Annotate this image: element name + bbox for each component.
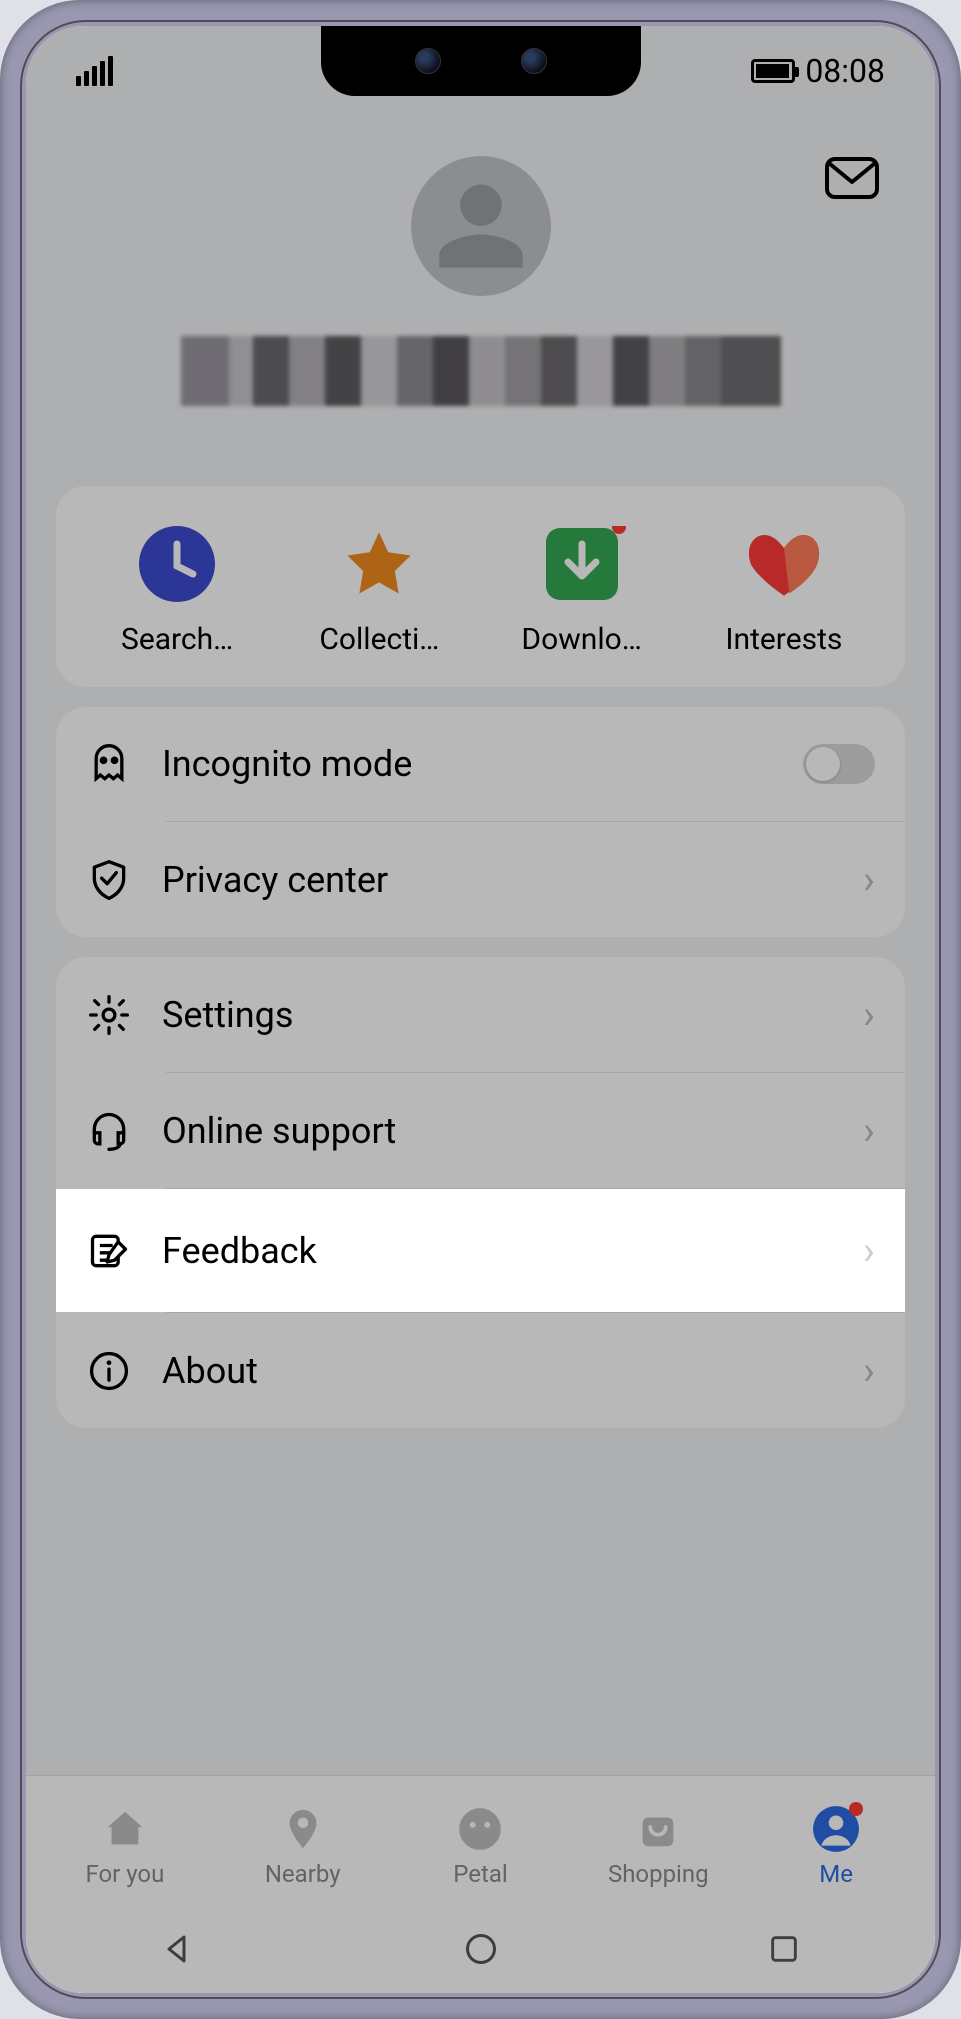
face-icon: [455, 1804, 505, 1854]
collections-tile[interactable]: Collecti…: [278, 526, 480, 677]
nav-for-you[interactable]: For you: [36, 1804, 214, 1888]
bag-icon: [633, 1804, 683, 1854]
notification-dot: [849, 1802, 863, 1816]
gear-icon: [86, 992, 132, 1038]
camera-dot: [521, 48, 547, 74]
interests-tile[interactable]: Interests: [683, 526, 885, 677]
privacy-center-row[interactable]: Privacy center ›: [56, 822, 905, 937]
settings-group-2: Settings › Online support › Feedback ›: [56, 957, 905, 1428]
incognito-toggle[interactable]: [803, 744, 875, 784]
settings-group-1: Incognito mode Privacy center ›: [56, 707, 905, 937]
chevron-right-icon: ›: [863, 1107, 875, 1154]
row-label: Feedback: [162, 1230, 833, 1272]
chevron-right-icon: ›: [863, 991, 875, 1038]
tile-label: Interests: [699, 622, 869, 677]
star-icon: [341, 526, 417, 602]
profile-header: [26, 116, 935, 486]
tile-label: Downlo…: [497, 622, 667, 677]
chevron-right-icon: ›: [863, 1347, 875, 1394]
person-icon: [811, 1804, 861, 1854]
nav-label: Petal: [453, 1860, 507, 1888]
feedback-row[interactable]: Feedback ›: [56, 1189, 905, 1312]
heart-icon: [746, 526, 822, 602]
quick-actions-card: Search… Collecti… Downlo… Interests: [56, 486, 905, 687]
home-icon: [100, 1804, 150, 1854]
settings-row[interactable]: Settings ›: [56, 957, 905, 1072]
battery-icon: [751, 59, 795, 83]
nav-shopping[interactable]: Shopping: [569, 1804, 747, 1888]
row-label: Incognito mode: [162, 743, 773, 785]
online-support-row[interactable]: Online support ›: [56, 1073, 905, 1188]
row-label: About: [162, 1350, 833, 1392]
nav-label: Shopping: [608, 1860, 709, 1888]
row-label: Settings: [162, 994, 833, 1036]
downloads-tile[interactable]: Downlo…: [481, 526, 683, 677]
back-button[interactable]: [156, 1927, 200, 1971]
nav-label: For you: [85, 1860, 164, 1888]
notch: [321, 26, 641, 96]
pin-icon: [278, 1804, 328, 1854]
clock-icon: [139, 526, 215, 602]
phone-frame: 08:08 Search…: [0, 0, 961, 2019]
bottom-nav: For you Nearby Petal Shopping: [26, 1775, 935, 1905]
shield-check-icon: [86, 857, 132, 903]
row-label: Online support: [162, 1110, 833, 1152]
download-icon: [544, 526, 620, 602]
ghost-icon: [86, 741, 132, 787]
nav-label: Me: [819, 1860, 853, 1888]
signal-icon: [76, 56, 113, 86]
avatar[interactable]: [411, 156, 551, 296]
nav-nearby[interactable]: Nearby: [214, 1804, 392, 1888]
tile-label: Collecti…: [294, 622, 464, 677]
tile-label: Search…: [92, 622, 262, 677]
status-time: 08:08: [805, 52, 885, 90]
camera-dot: [415, 48, 441, 74]
system-nav-bar: [26, 1905, 935, 1993]
row-label: Privacy center: [162, 859, 833, 901]
nav-me[interactable]: Me: [747, 1804, 925, 1888]
profile-name-redacted: [181, 336, 781, 406]
chevron-right-icon: ›: [863, 856, 875, 903]
chevron-right-icon: ›: [863, 1227, 875, 1274]
feedback-icon: [86, 1228, 132, 1274]
incognito-row[interactable]: Incognito mode: [56, 707, 905, 821]
about-row[interactable]: About ›: [56, 1313, 905, 1428]
screen: 08:08 Search…: [26, 26, 935, 1993]
headset-icon: [86, 1108, 132, 1154]
info-icon: [86, 1348, 132, 1394]
home-button[interactable]: [459, 1927, 503, 1971]
messages-button[interactable]: [824, 156, 880, 204]
search-history-tile[interactable]: Search…: [76, 526, 278, 677]
recents-button[interactable]: [762, 1927, 806, 1971]
nav-petal[interactable]: Petal: [392, 1804, 570, 1888]
nav-label: Nearby: [265, 1860, 341, 1888]
